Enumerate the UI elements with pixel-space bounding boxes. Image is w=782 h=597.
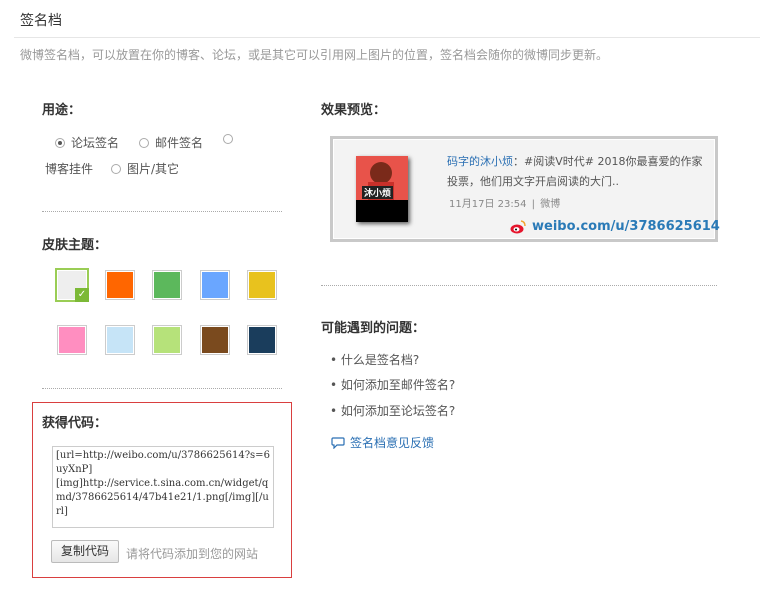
divider xyxy=(42,388,282,389)
preview-meta: 11月17日 23:54 | 微博 xyxy=(449,195,560,210)
skin-color xyxy=(107,272,133,298)
usage-option-blog[interactable]: 博客挂件 xyxy=(45,160,93,177)
skin-color xyxy=(154,272,180,298)
preview-url: weibo.com/u/3786625614 xyxy=(532,219,720,234)
usage-option-label: 邮件签名 xyxy=(155,136,204,150)
avatar-figure xyxy=(370,162,392,184)
avatar-text: 沐小烦 xyxy=(362,186,394,199)
radio-image[interactable] xyxy=(111,163,121,174)
preview-card: 沐小烦 码字的沐小烦：#阅读V时代# 2018你最喜爱的作家投票，他们用文字开启… xyxy=(330,136,720,242)
usage-option-email[interactable]: 邮件签名 xyxy=(139,134,203,151)
usage-option-label: 博客挂件 xyxy=(45,162,94,176)
skin-color xyxy=(202,327,228,353)
preview-time: 11月17日 23:54 xyxy=(449,199,527,210)
divider xyxy=(321,285,717,286)
preview-colon: ： xyxy=(513,155,524,168)
usage-option-blog-radio[interactable] xyxy=(223,134,239,144)
code-title: 获得代码： xyxy=(42,416,108,431)
preview-post: 码字的沐小烦：#阅读V时代# 2018你最喜爱的作家投票，他们用文字开启阅读的大… xyxy=(447,152,709,192)
usage-title: 用途： xyxy=(42,103,82,118)
skin-swatch[interactable] xyxy=(57,325,87,355)
radio-email[interactable] xyxy=(139,137,149,148)
preview-source: 微博 xyxy=(540,199,561,210)
code-textarea[interactable]: [url=http://weibo.com/u/3786625614?s=6uy… xyxy=(52,446,274,528)
avatar: 沐小烦 xyxy=(356,156,408,222)
problem-item[interactable]: • 什么是签名档? xyxy=(330,351,419,368)
skin-title: 皮肤主题： xyxy=(42,238,108,253)
skin-swatch[interactable] xyxy=(105,270,135,300)
skin-swatch[interactable] xyxy=(200,270,230,300)
skin-swatch[interactable] xyxy=(152,270,182,300)
problem-item[interactable]: • 如何添加至论坛签名? xyxy=(330,402,455,419)
skin-color xyxy=(249,327,275,353)
preview-username[interactable]: 码字的沐小烦 xyxy=(447,155,513,168)
preview-title: 效果预览： xyxy=(321,103,387,118)
skin-color xyxy=(107,327,133,353)
skin-swatch[interactable] xyxy=(247,270,277,300)
avatar-base xyxy=(356,200,408,222)
weibo-icon xyxy=(510,219,526,233)
problem-item[interactable]: • 如何添加至邮件签名? xyxy=(330,376,455,393)
skin-swatch[interactable] xyxy=(105,325,135,355)
preview-separator: | xyxy=(531,199,536,210)
page-description: 微博签名档，可以放置在你的博客、论坛，或是其它可以引用网上图片的位置，签名档会随… xyxy=(20,48,609,62)
skin-color xyxy=(59,327,85,353)
skin-color xyxy=(202,272,228,298)
problem-link[interactable]: 如何添加至论坛签名? xyxy=(341,404,455,418)
problems-title: 可能遇到的问题： xyxy=(321,321,426,336)
usage-option-label: 图片/其它 xyxy=(127,162,180,176)
divider xyxy=(42,211,282,212)
skin-color xyxy=(249,272,275,298)
check-icon: ✓ xyxy=(75,288,89,302)
usage-option-label: 论坛签名 xyxy=(71,136,120,150)
skin-swatch[interactable]: ✓ xyxy=(55,268,89,302)
skin-swatch[interactable] xyxy=(247,325,277,355)
feedback-label: 签名档意见反馈 xyxy=(350,436,435,450)
problem-link[interactable]: 什么是签名档? xyxy=(341,353,419,367)
usage-option-image[interactable]: 图片/其它 xyxy=(111,160,179,177)
radio-blog[interactable] xyxy=(223,134,233,144)
feedback-icon xyxy=(331,436,345,449)
copy-code-button[interactable]: 复制代码 xyxy=(51,540,119,563)
skin-swatch[interactable] xyxy=(152,325,182,355)
code-hint: 请将代码添加到您的网站 xyxy=(126,547,259,561)
problem-link[interactable]: 如何添加至邮件签名? xyxy=(341,378,455,392)
title-divider xyxy=(14,37,760,38)
page-title: 签名档 xyxy=(20,13,62,29)
radio-forum[interactable] xyxy=(55,137,65,148)
skin-color xyxy=(154,327,180,353)
skin-swatch[interactable] xyxy=(200,325,230,355)
feedback-link[interactable]: 签名档意见反馈 xyxy=(331,434,434,451)
usage-option-forum[interactable]: 论坛签名 xyxy=(55,134,119,151)
preview-weibo-link[interactable]: weibo.com/u/3786625614 xyxy=(510,219,720,234)
